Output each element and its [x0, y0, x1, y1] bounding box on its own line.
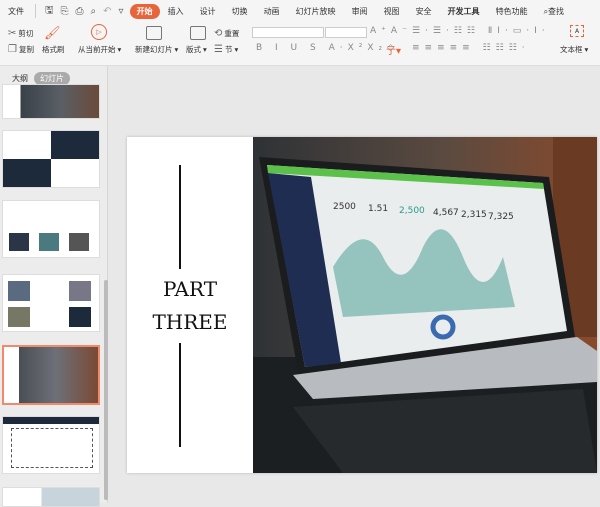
brush-icon[interactable]: 🖌	[44, 26, 61, 41]
copy-icon: ❐	[8, 44, 17, 55]
screen-value: 2,500	[399, 206, 425, 216]
format-painter-button[interactable]: 格式刷	[42, 44, 65, 55]
tab-animation[interactable]: 动画	[256, 6, 288, 17]
divider-line	[179, 343, 181, 447]
ribbon: ✂ 剪切 ❐ 复制 🖌 格式刷 ▷ 从当前开始 ▾ 新建幻灯片 ▾ 版式 ▾ ⟲ 重置 ☰ 节…	[0, 22, 600, 66]
slide-thumbnail-6[interactable]	[2, 416, 100, 474]
tab-insert[interactable]: 插入	[160, 6, 192, 17]
export-icon[interactable]: ⎘	[61, 6, 69, 17]
slide-thumbnail-2[interactable]	[2, 130, 100, 188]
from-current-label: 从当前开始	[78, 45, 116, 54]
alignment-buttons[interactable]: ≡≡≡≡≡ ☷☷☷·	[412, 43, 530, 53]
textbox-icon[interactable]: A	[570, 25, 584, 37]
reset-label: 重置	[224, 29, 240, 38]
print-icon[interactable]: ⎙	[76, 6, 84, 17]
tab-outline[interactable]: 大纲	[12, 73, 28, 84]
tab-slideshow[interactable]: 幻灯片放映	[288, 6, 344, 17]
layout-icon[interactable]	[190, 26, 206, 40]
preview-icon[interactable]: ⌕	[91, 6, 97, 17]
tab-developer[interactable]: 开发工具	[440, 6, 488, 17]
tab-features[interactable]: 特色功能	[488, 6, 536, 17]
tab-home[interactable]: 开始	[129, 3, 160, 19]
undo-icon[interactable]: ↶	[103, 6, 111, 17]
new-slide-button[interactable]: 新建幻灯片 ▾	[135, 44, 178, 55]
textbox-button[interactable]: 文本框 ▾	[560, 44, 588, 55]
tab-review[interactable]: 审阅	[344, 6, 376, 17]
panel-scrollbar[interactable]	[104, 280, 108, 500]
from-current-button[interactable]: 从当前开始 ▾	[78, 44, 121, 55]
layout-button[interactable]: 版式 ▾	[186, 44, 207, 55]
laptop-photo: 2500 1.51 2,500 4,567 2,315 7,325	[253, 137, 597, 473]
divider	[35, 4, 36, 18]
textbox-label: 文本框	[560, 45, 583, 54]
section-label: 节	[224, 45, 233, 54]
slide-thumbnail-7[interactable]	[2, 487, 100, 507]
screen-value: 7,325	[488, 212, 514, 222]
slide-thumbnail-4[interactable]	[2, 274, 100, 332]
slide-panel: 大纲 幻灯片	[0, 66, 108, 507]
reset-button[interactable]: ⟲ 重置	[214, 28, 239, 39]
screen-value: 1.51	[368, 204, 388, 214]
screen-value: 2500	[333, 202, 356, 212]
play-icon[interactable]: ▷	[91, 24, 107, 40]
slide-title-line2[interactable]: THREE	[127, 306, 253, 339]
search-label: 查找	[548, 6, 565, 16]
tab-design[interactable]: 设计	[192, 6, 224, 17]
font-name-select[interactable]	[252, 27, 324, 38]
tab-view[interactable]: 视图	[376, 6, 408, 17]
copy-button[interactable]: ❐ 复制	[8, 44, 34, 55]
menu-file[interactable]: 文件	[0, 6, 32, 17]
slide-thumbnail-5[interactable]	[2, 345, 100, 405]
font-style-buttons[interactable]: B I U S A·X²X₂◇	[256, 43, 399, 53]
slide-title-line1[interactable]: PART	[127, 273, 253, 306]
font-size-buttons[interactable]: A⁺A⁻	[370, 26, 412, 36]
customize-icon[interactable]: ▿	[119, 6, 124, 17]
menu-bar: 文件 🖫 ⎘ ⎙ ⌕ ↶ ▿ 开始 插入 设计 切换 动画 幻灯片放映 审阅 视…	[0, 0, 600, 22]
section-icon: ☰	[214, 44, 223, 55]
paragraph-buttons[interactable]: ☰·☰·☷☷ ⅡⅠ·▭·Ⅰ·	[412, 26, 550, 36]
cut-label: 剪切	[18, 29, 34, 38]
slide-thumbnail-1[interactable]	[2, 84, 100, 119]
copy-label: 复制	[18, 45, 34, 54]
scissors-icon: ✂	[8, 28, 17, 39]
section-button[interactable]: ☰ 节 ▾	[214, 44, 238, 55]
save-icon[interactable]: 🖫	[45, 3, 54, 20]
font-size-select[interactable]	[325, 27, 367, 38]
slide-thumbnail-3[interactable]	[2, 200, 100, 258]
highlight-icon[interactable]: 亍▾	[386, 42, 401, 57]
quick-access: 🖫 ⎘ ⎙ ⌕ ↶ ▿	[39, 3, 130, 20]
divider-line	[179, 165, 181, 269]
tab-transition[interactable]: 切换	[224, 6, 256, 17]
screen-value: 2,315	[461, 210, 487, 220]
search-button[interactable]: ⌕查找	[536, 6, 572, 17]
tab-security[interactable]: 安全	[408, 6, 440, 17]
reset-icon: ⟲	[214, 28, 223, 39]
cut-button[interactable]: ✂ 剪切	[8, 28, 33, 39]
new-slide-icon[interactable]	[146, 26, 162, 40]
new-slide-label: 新建幻灯片	[135, 45, 173, 54]
slide-canvas[interactable]: PART THREE 2500 1.51 2,500 4,567 2,315 7…	[127, 137, 597, 473]
layout-label: 版式	[186, 45, 201, 54]
screen-value: 4,567	[433, 208, 459, 218]
